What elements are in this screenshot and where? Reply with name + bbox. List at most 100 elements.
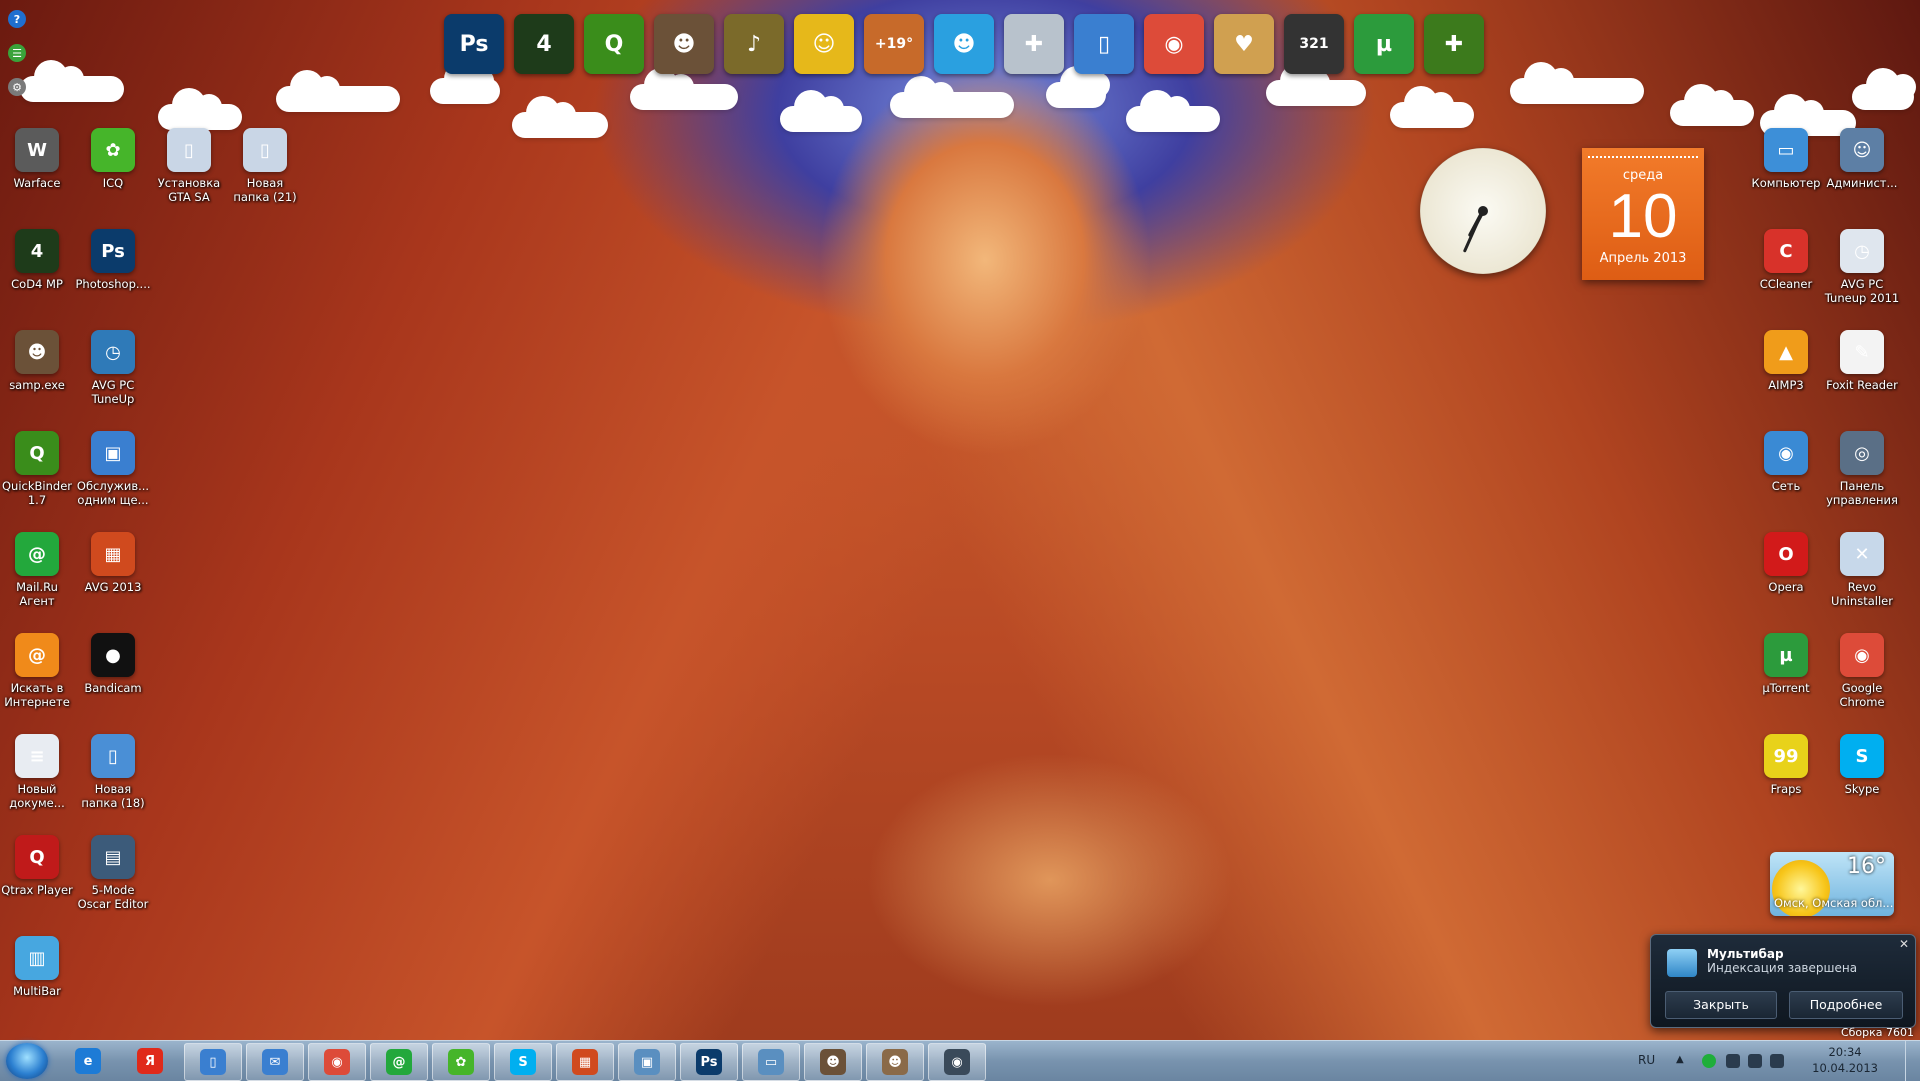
desktop-shortcut[interactable]: ▭ Компьютер [1748, 128, 1824, 190]
desktop-shortcut[interactable]: ◷ AVG PC TuneUp [75, 330, 151, 406]
desktop-shortcut[interactable]: ✕ Revo Uninstaller [1824, 532, 1900, 608]
taskbar-button[interactable]: @ [370, 1043, 428, 1081]
desktop-shortcut[interactable]: W Warface [0, 128, 75, 190]
taskbar-button[interactable]: ▦ [556, 1043, 614, 1081]
avatar-icon[interactable]: ☻ [934, 14, 994, 74]
desktop-shortcut[interactable]: µ µTorrent [1748, 633, 1824, 695]
quickbinder-icon[interactable]: Q [584, 14, 644, 74]
desktop-shortcut[interactable]: S Skype [1824, 734, 1900, 796]
desktop-shortcut[interactable]: @ Искать в Интернете [0, 633, 75, 709]
taskbar-button[interactable]: ✉ [246, 1043, 304, 1081]
desktop-shortcut[interactable]: 4 CoD4 MP [0, 229, 75, 291]
taskbar-button[interactable]: Ps [680, 1043, 738, 1081]
mailru-agent-icon: @ [15, 532, 59, 576]
gamepad-icon[interactable]: ✚ [1004, 14, 1064, 74]
cloud-decoration [158, 88, 242, 130]
volume-icon[interactable] [1726, 1054, 1740, 1068]
media-player-icon[interactable]: 321 [1284, 14, 1344, 74]
desktop-shortcut[interactable]: ☻ samp.exe [0, 330, 75, 392]
gadget-controls: ? ☰ ⚙ [8, 10, 28, 112]
desktop-shortcut[interactable]: Q QuickBinder 1.7 [0, 431, 75, 507]
desktop-shortcut-label: Новая папка (18) [81, 782, 145, 810]
help-icon[interactable]: ? [8, 10, 26, 28]
desktop-shortcut[interactable]: ◉ Сеть [1748, 431, 1824, 493]
taskbar-button[interactable]: ✿ [432, 1043, 490, 1081]
desktop-shortcut[interactable]: ▥ MultiBar [0, 936, 75, 998]
weather-icon[interactable]: +19° [864, 14, 924, 74]
taskbar-button[interactable]: ☻ [804, 1043, 862, 1081]
show-hidden-icons-icon[interactable]: ▲ [1676, 1054, 1690, 1068]
desktop-shortcut-label: Панель управления [1826, 479, 1898, 507]
cod4-icon[interactable]: 4 [514, 14, 574, 74]
utorrent-icon[interactable]: µ [1354, 14, 1414, 74]
calendar-gadget[interactable]: среда 10 Апрель 2013 [1582, 148, 1704, 280]
network-icon[interactable] [1748, 1054, 1762, 1068]
taskbar-button[interactable]: S [494, 1043, 552, 1081]
desktop-shortcut[interactable]: ● Bandicam [75, 633, 151, 695]
add-icon[interactable]: ✚ [1424, 14, 1484, 74]
taskbar-button[interactable]: ◉ [928, 1043, 986, 1081]
desktop-shortcut-label: Обслужив... одним щe... [76, 479, 150, 507]
toast-close-button[interactable]: Закрыть [1665, 991, 1777, 1019]
taskbar-clock[interactable]: 20:34 10.04.2013 [1812, 1044, 1878, 1076]
desktop-shortcut[interactable]: ◉ Google Chrome [1824, 633, 1900, 709]
clock-gadget[interactable] [1420, 148, 1546, 274]
desktop-shortcut[interactable]: ✎ Foxit Reader [1824, 330, 1900, 392]
desktop-shortcut[interactable]: ◎ Панель управления [1824, 431, 1900, 507]
desktop-shortcut-label: Fraps [1770, 782, 1802, 796]
cod4-icon: 4 [15, 229, 59, 273]
desktop-shortcut[interactable]: ▲ AIMP3 [1748, 330, 1824, 392]
action-center-flag-icon[interactable] [1770, 1054, 1784, 1068]
weather-gadget[interactable]: 16° Омск, Омская обл... [1770, 852, 1894, 916]
desktop-shortcut[interactable]: O Opera [1748, 532, 1824, 594]
start-button[interactable] [6, 1043, 48, 1079]
desktop-shortcut[interactable]: ◷ AVG PC Tuneup 2011 [1824, 229, 1900, 305]
chat-icon[interactable]: ☰ [8, 44, 26, 62]
desktop-shortcut[interactable]: ▯ Новая папка (18) [75, 734, 151, 810]
samp-icon[interactable]: ☻ [654, 14, 714, 74]
photos-icon[interactable]: ♥ [1214, 14, 1274, 74]
folder-icon[interactable]: ▯ [1074, 14, 1134, 74]
language-indicator[interactable]: RU [1638, 1053, 1655, 1067]
close-icon[interactable]: ✕ [1899, 937, 1909, 951]
cloud-decoration [1510, 62, 1644, 104]
desktop-shortcut[interactable]: @ Mail.Ru Агент [0, 532, 75, 608]
gear-icon[interactable]: ⚙ [8, 78, 26, 96]
desktop-shortcut[interactable]: ▣ Обслужив... одним щe... [75, 431, 151, 507]
taskbar-button[interactable]: ▣ [618, 1043, 676, 1081]
skype-icon: S [1840, 734, 1884, 778]
desktop-shortcut[interactable]: ▦ AVG 2013 [75, 532, 151, 594]
toast-details-button[interactable]: Подробнее [1789, 991, 1903, 1019]
status-indicator-icon[interactable] [1702, 1054, 1716, 1068]
desktop-shortcut[interactable]: ✿ ICQ [75, 128, 151, 190]
multibar-icon [1667, 949, 1697, 977]
icq-flower-icon: ✿ [91, 128, 135, 172]
avg-icon: ▦ [572, 1049, 598, 1075]
taskbar-button[interactable]: Я [122, 1043, 178, 1079]
desktop-shortcut[interactable]: ▤ 5-Mode Oscar Editor [75, 835, 151, 911]
taskbar-button[interactable]: ◉ [308, 1043, 366, 1081]
desktop-shortcut[interactable]: ☺ Админист... [1824, 128, 1900, 190]
chat-bird-icon[interactable]: ☺ [794, 14, 854, 74]
chrome-icon[interactable]: ◉ [1144, 14, 1204, 74]
desktop-shortcut[interactable]: C CCleaner [1748, 229, 1824, 291]
desktop-shortcut[interactable]: Q Qtrax Player [0, 835, 75, 897]
taskbar-button[interactable]: ☻ [866, 1043, 924, 1081]
show-desktop-button[interactable] [1905, 1041, 1920, 1081]
maintenance-icon: ▣ [91, 431, 135, 475]
yandex-icon: Я [137, 1048, 163, 1074]
desktop-shortcut[interactable]: 99 Fraps [1748, 734, 1824, 796]
photoshop-icon[interactable]: Ps [444, 14, 504, 74]
desktop-shortcut-label: Установка GTA SA [157, 176, 221, 204]
folder-icon: ▯ [167, 128, 211, 172]
desktop-shortcut[interactable]: Ps Photoshop.... [75, 229, 151, 291]
taskbar-button[interactable]: ▭ [742, 1043, 800, 1081]
desktop-shortcut[interactable]: ▯ Новая папка (21) [227, 128, 303, 204]
toast-message: Индексация завершена [1707, 961, 1858, 975]
taskbar-button[interactable]: ▯ [184, 1043, 242, 1081]
weather-location: Омск, Омская обл... [1774, 896, 1894, 910]
speaker-icon[interactable]: ♪ [724, 14, 784, 74]
taskbar-button[interactable]: e [60, 1043, 116, 1079]
desktop-shortcut[interactable]: ≡ Новый докуме... [0, 734, 75, 810]
desktop-shortcut[interactable]: ▯ Установка GTA SA [151, 128, 227, 204]
